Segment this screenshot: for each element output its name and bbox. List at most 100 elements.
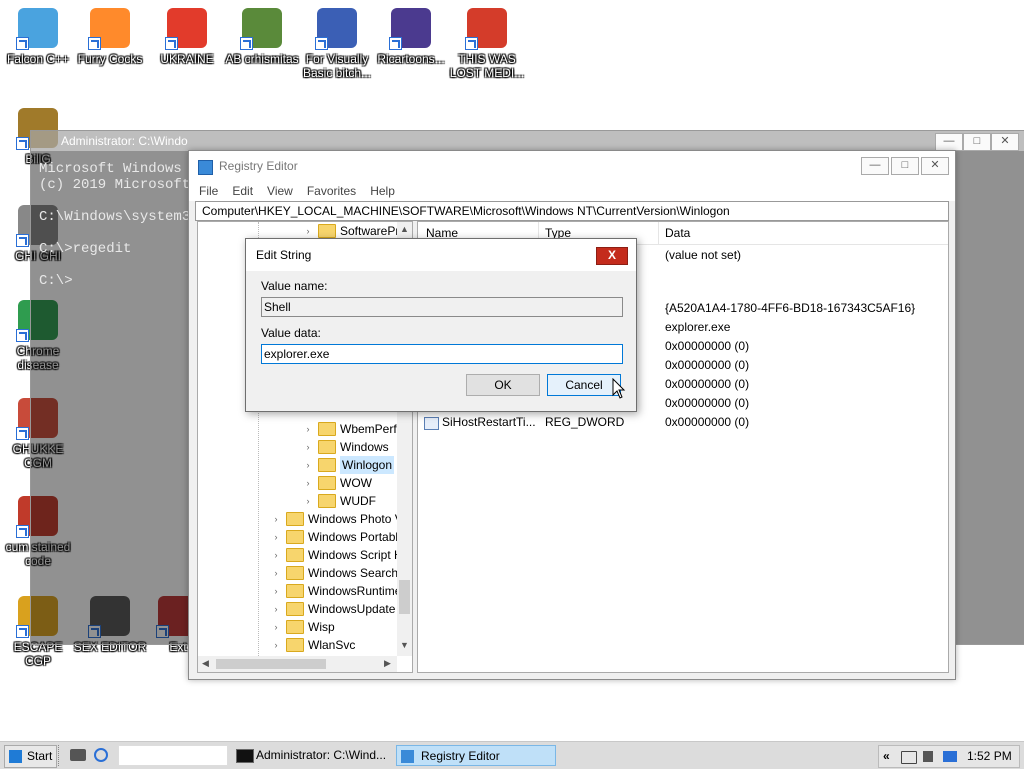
tree-item[interactable]: › WbemPerf bbox=[302, 420, 397, 438]
show-desktop-icon[interactable] bbox=[70, 749, 86, 761]
tree-item-label: Windows Search bbox=[308, 566, 399, 580]
cmd-title: Administrator: C:\Windo bbox=[61, 134, 188, 148]
regedit-titlebar[interactable]: Registry Editor — □ ✕ bbox=[189, 151, 955, 181]
reg-dword-icon bbox=[424, 417, 439, 430]
shortcut-arrow-icon bbox=[240, 37, 253, 50]
tree-item[interactable]: › Winlogon bbox=[302, 456, 395, 474]
desktop-icon[interactable]: Ricartoons... bbox=[373, 8, 449, 66]
ok-button[interactable]: OK bbox=[466, 374, 540, 396]
app-icon bbox=[16, 8, 58, 50]
desktop-icon[interactable]: THIS WAS LOST MEDI... bbox=[449, 8, 525, 80]
shortcut-arrow-icon bbox=[88, 37, 101, 50]
menu-item-help[interactable]: Help bbox=[370, 181, 395, 201]
value-data-input[interactable]: explorer.exe bbox=[261, 344, 623, 364]
app-icon bbox=[465, 8, 507, 50]
tree-scroll-thumb[interactable] bbox=[399, 580, 410, 614]
chevron-right-icon[interactable]: › bbox=[270, 528, 282, 546]
task-regedit-label: Registry Editor bbox=[421, 749, 500, 763]
chevron-right-icon[interactable]: › bbox=[270, 546, 282, 564]
desktop-icon-label: THIS WAS LOST MEDI... bbox=[449, 52, 525, 80]
shortcut-arrow-icon bbox=[16, 329, 29, 342]
tree-item-label: Windows Script H bbox=[308, 548, 403, 562]
cmd-titlebar[interactable]: Administrator: C:\Windo — □ ✕ bbox=[31, 131, 1024, 151]
menu-item-view[interactable]: View bbox=[267, 181, 293, 201]
value-row[interactable]: SiHostRestartTi... REG_DWORD 0x00000000 (0… bbox=[418, 413, 946, 432]
chevron-right-icon[interactable]: › bbox=[270, 618, 282, 636]
menu-item-file[interactable]: File bbox=[199, 181, 218, 201]
chevron-right-icon[interactable]: › bbox=[302, 474, 314, 492]
volume-icon[interactable] bbox=[901, 751, 917, 764]
shortcut-arrow-icon bbox=[16, 427, 29, 440]
tree-item[interactable]: › Windows Search bbox=[270, 564, 398, 582]
cmd-maximize-button[interactable]: □ bbox=[963, 133, 991, 151]
registry-editor-window[interactable]: Registry Editor — □ ✕ File Edit View Favori… bbox=[188, 150, 956, 680]
desktop-icon[interactable]: AB crhismitas bbox=[224, 8, 300, 66]
tree-item[interactable]: › WOW bbox=[302, 474, 372, 492]
folder-icon bbox=[286, 566, 304, 580]
chevron-right-icon[interactable]: › bbox=[270, 510, 282, 528]
chevron-right-icon[interactable]: › bbox=[302, 492, 314, 510]
language-icon[interactable] bbox=[923, 751, 933, 762]
browser-quicklaunch-icon[interactable] bbox=[94, 748, 108, 762]
desktop-icon[interactable]: Furry Cocks bbox=[72, 8, 148, 66]
start-button[interactable]: Start bbox=[4, 745, 58, 768]
menu-item-edit[interactable]: Edit bbox=[232, 181, 253, 201]
chevron-right-icon[interactable]: › bbox=[302, 438, 314, 456]
tree-item-label: WUDF bbox=[340, 494, 376, 508]
mouse-cursor-icon bbox=[612, 378, 626, 399]
task-regedit[interactable]: Registry Editor bbox=[396, 745, 556, 766]
app-icon bbox=[315, 8, 357, 50]
menu-item-favorites[interactable]: Favorites bbox=[307, 181, 356, 201]
desktop-icon[interactable]: Falcon C++ bbox=[0, 8, 76, 66]
tree-item[interactable]: › Windows Photo V bbox=[270, 510, 403, 528]
chevron-right-icon[interactable]: › bbox=[270, 636, 282, 654]
edit-string-dialog[interactable]: Edit String X Value name: Shell Value da… bbox=[245, 238, 637, 412]
tree-item[interactable]: › WlanSvc bbox=[270, 636, 355, 654]
cmd-close-button[interactable]: ✕ bbox=[991, 133, 1019, 151]
scroll-up-icon[interactable]: ▲ bbox=[400, 224, 409, 234]
shortcut-arrow-icon bbox=[389, 37, 402, 50]
scroll-left-icon[interactable]: ◀ bbox=[202, 658, 209, 669]
tree-hscroll-thumb[interactable] bbox=[216, 659, 326, 669]
tree-item[interactable]: › WindowsRuntime bbox=[270, 582, 401, 600]
regedit-minimize-button[interactable]: — bbox=[861, 157, 889, 175]
cmd-minimize-button[interactable]: — bbox=[935, 133, 963, 151]
chevron-right-icon[interactable]: › bbox=[302, 420, 314, 438]
dialog-titlebar[interactable]: Edit String X bbox=[246, 239, 636, 271]
chevron-right-icon[interactable]: › bbox=[270, 564, 282, 582]
cancel-button[interactable]: Cancel bbox=[547, 374, 621, 396]
folder-icon bbox=[286, 620, 304, 634]
tree-horizontal-scrollbar[interactable]: ◀ ▶ bbox=[198, 656, 397, 672]
column-data-header[interactable]: Data bbox=[665, 222, 690, 244]
dialog-close-button[interactable]: X bbox=[596, 247, 628, 265]
regedit-maximize-button[interactable]: □ bbox=[891, 157, 919, 175]
value-type: REG_DWORD bbox=[545, 415, 625, 429]
scroll-down-icon[interactable]: ▼ bbox=[400, 640, 409, 650]
windows-logo-icon bbox=[9, 750, 22, 763]
tree-item[interactable]: › Windows Portabl bbox=[270, 528, 398, 546]
scroll-right-icon[interactable]: ▶ bbox=[384, 658, 391, 669]
chevron-right-icon[interactable]: › bbox=[270, 600, 282, 618]
regedit-app-icon bbox=[198, 160, 213, 175]
chevron-right-icon[interactable]: › bbox=[270, 582, 282, 600]
network-icon[interactable] bbox=[943, 751, 957, 762]
desktop-icon[interactable]: For Visually Basic bitch... bbox=[299, 8, 375, 80]
taskbar-separator bbox=[58, 745, 61, 766]
regedit-close-button[interactable]: ✕ bbox=[921, 157, 949, 175]
tree-item[interactable]: › Windows bbox=[302, 438, 389, 456]
tree-item-label: Wisp bbox=[308, 620, 335, 634]
cmd-task-icon bbox=[236, 749, 254, 763]
address-bar[interactable]: Computer\HKEY_LOCAL_MACHINE\SOFTWARE\Mic… bbox=[195, 201, 949, 221]
tree-item[interactable]: › Windows Script H bbox=[270, 546, 403, 564]
tree-item[interactable]: › WUDF bbox=[302, 492, 376, 510]
chevron-right-icon[interactable]: › bbox=[302, 456, 314, 474]
taskbar-input-box[interactable] bbox=[118, 745, 228, 766]
clock[interactable]: 1:52 PM bbox=[967, 746, 1012, 767]
desktop-icon[interactable]: UKRAINE bbox=[149, 8, 225, 66]
tray-expand-icon[interactable]: « bbox=[883, 746, 890, 767]
task-cmd[interactable]: Administrator: C:\Wind... bbox=[234, 745, 392, 766]
value-data: explorer.exe bbox=[665, 320, 731, 334]
start-label: Start bbox=[27, 749, 53, 763]
tree-item[interactable]: › WindowsUpdate bbox=[270, 600, 395, 618]
tree-item[interactable]: › Wisp bbox=[270, 618, 335, 636]
